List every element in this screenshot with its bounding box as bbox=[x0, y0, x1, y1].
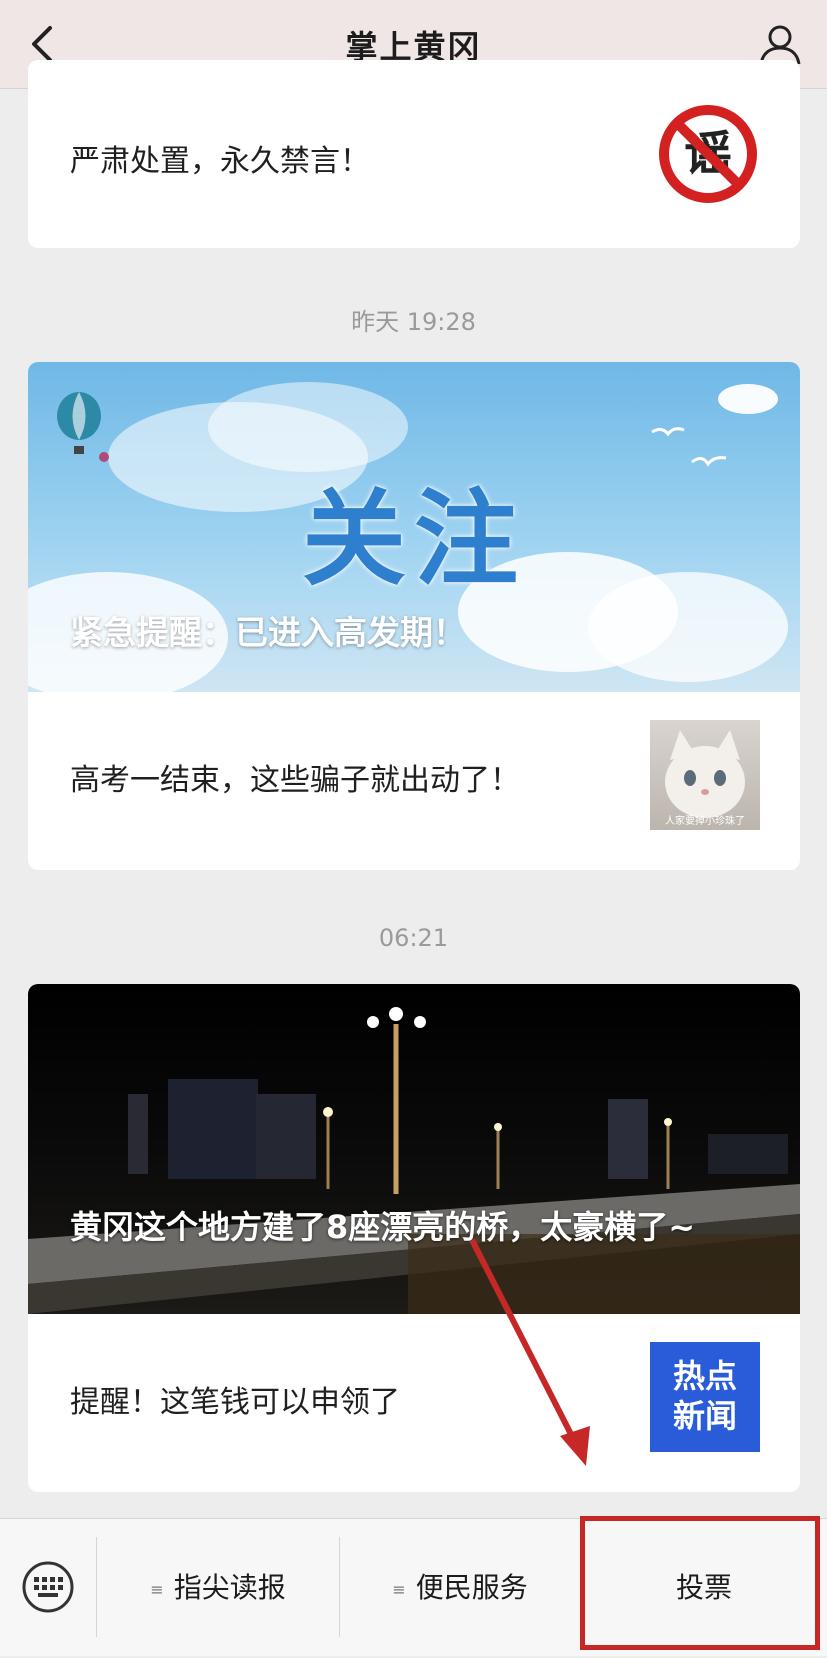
menu-item-label: 指尖读报 bbox=[173, 1571, 286, 1604]
menu-item-services[interactable]: ≡ 便民服务 bbox=[340, 1519, 580, 1656]
night-bridge-scene bbox=[28, 1007, 800, 1314]
thumbnail-text-line: 热点 bbox=[672, 1357, 737, 1395]
article-title: 严肃处置，永久禁言！ bbox=[70, 144, 370, 179]
timestamp: 06:21 bbox=[378, 924, 449, 952]
article-title: 提醒！这笔钱可以申领了 bbox=[70, 1385, 400, 1420]
highlight-box bbox=[580, 1516, 820, 1650]
hot-air-balloon-icon bbox=[57, 392, 101, 454]
banner-caption: 紧急提醒：已进入高发期！ bbox=[70, 613, 466, 652]
article-banner[interactable]: 黄冈这个地方建了8座漂亮的桥，太豪横了~ bbox=[28, 984, 800, 1314]
thumbnail-text-line: 新闻 bbox=[672, 1397, 737, 1435]
menu-list-icon: ≡ bbox=[150, 1579, 164, 1599]
article-banner[interactable]: 关注 紧急提醒：已进入高发期！ bbox=[28, 362, 800, 702]
banner-headline: 关注 bbox=[301, 478, 526, 600]
message-card[interactable]: 黄冈这个地方建了8座漂亮的桥，太豪横了~ 提醒！这笔钱可以申领了 热点 新闻 bbox=[28, 984, 800, 1492]
cat-thumbnail: 人家要掉小珍珠了 bbox=[650, 720, 760, 830]
menu-list-icon: ≡ bbox=[392, 1579, 406, 1599]
hot-news-thumbnail: 热点 新闻 bbox=[650, 1342, 760, 1452]
timestamp: 昨天 19:28 bbox=[351, 308, 476, 336]
thumbnail-caption: 人家要掉小珍珠了 bbox=[665, 816, 745, 827]
message-card[interactable]: 关注 紧急提醒：已进入高发期！ 高考一结束，这些骗子就出动了！ 人家要掉小珍珠了 bbox=[28, 362, 800, 870]
keyboard-icon[interactable] bbox=[20, 1559, 76, 1615]
article-title: 高考一结束，这些骗子就出动了！ bbox=[70, 763, 520, 798]
banner-caption: 黄冈这个地方建了8座漂亮的桥，太豪横了~ bbox=[70, 1208, 696, 1246]
menu-item-reading[interactable]: ≡ 指尖读报 bbox=[97, 1519, 339, 1656]
message-card[interactable]: 严肃处置，永久禁言！ 谣 bbox=[28, 60, 800, 248]
rumor-prohibited-icon: 谣 bbox=[659, 105, 757, 203]
menu-item-label: 便民服务 bbox=[415, 1571, 528, 1604]
